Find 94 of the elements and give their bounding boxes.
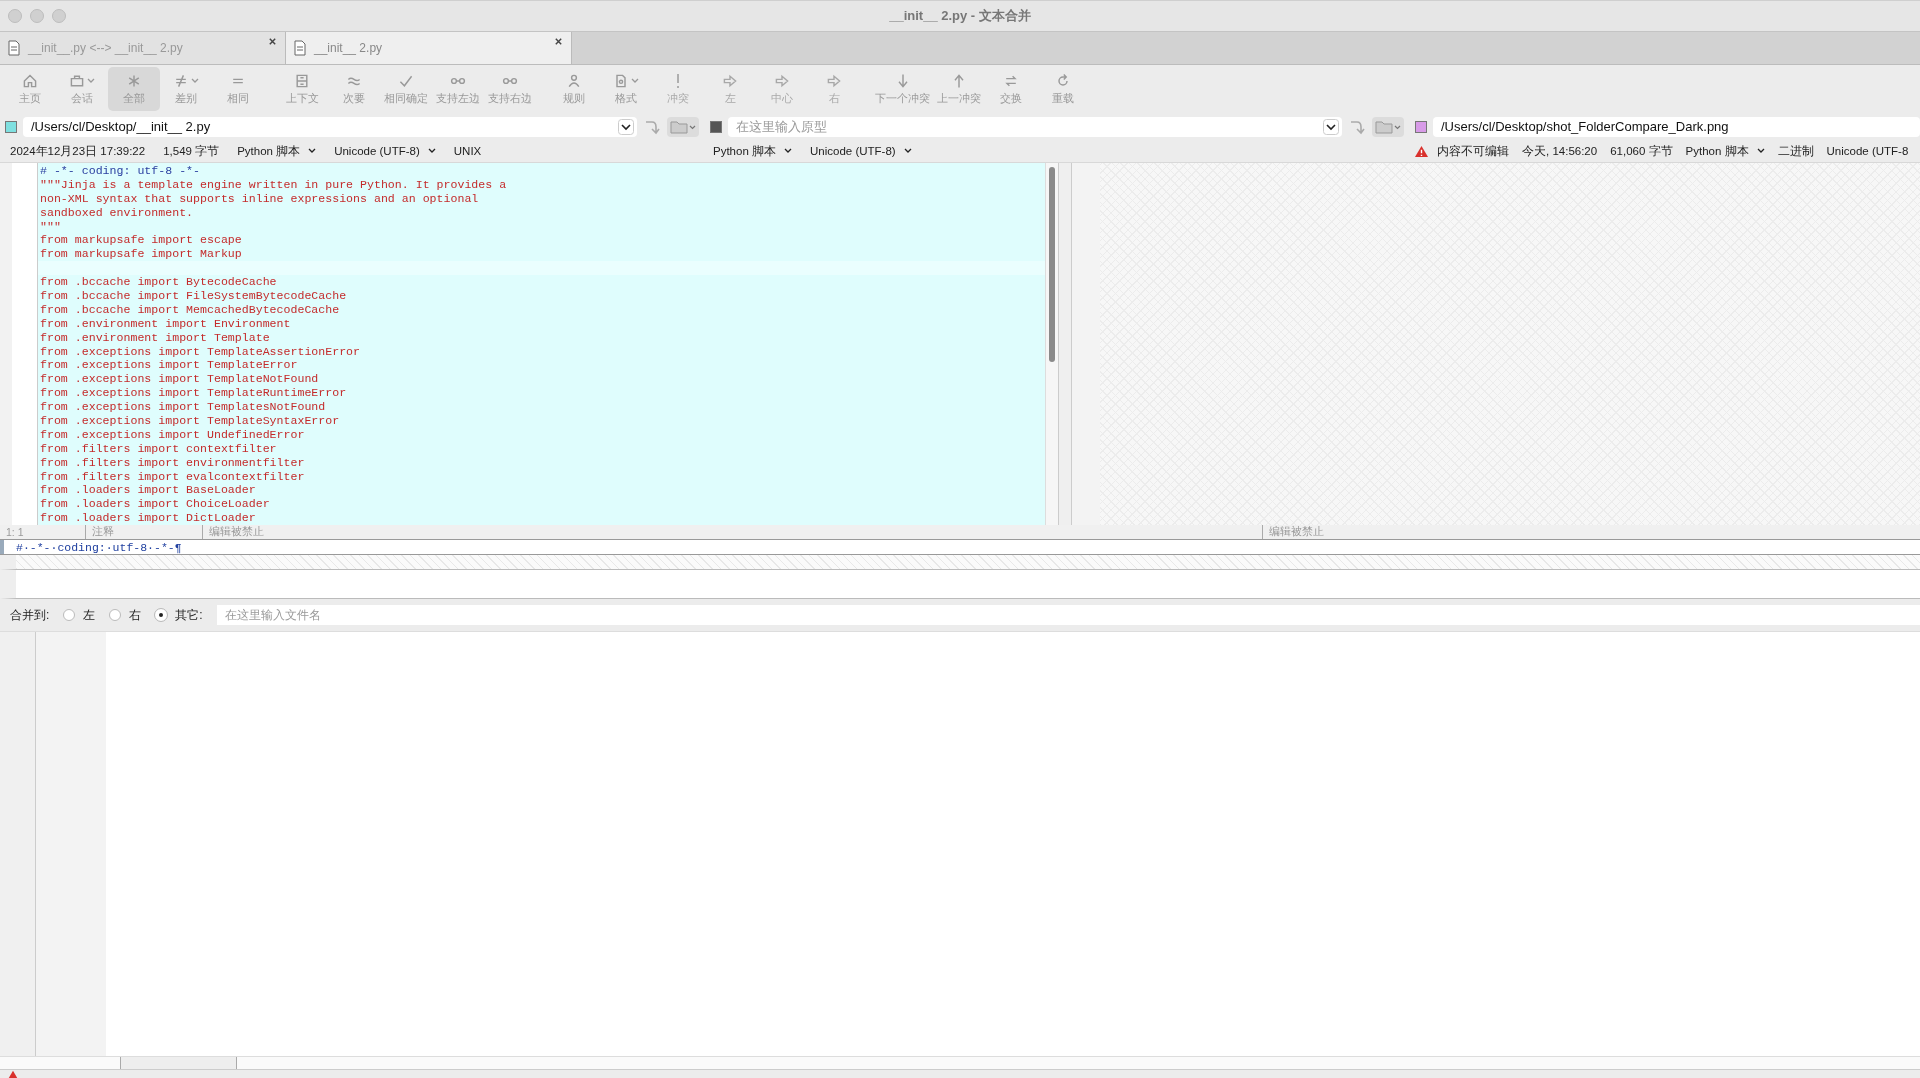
scrollbar-thumb[interactable] <box>121 1057 237 1069</box>
close-icon[interactable] <box>268 37 277 46</box>
home-icon <box>22 72 38 89</box>
file-info: UNIX <box>453 145 482 157</box>
not-equal-icon <box>173 72 189 89</box>
arrow-right-icon <box>774 72 790 89</box>
warning-icon <box>1414 144 1429 158</box>
arrow-right-icon <box>722 72 738 89</box>
file-info: Python 脚本 <box>237 143 301 159</box>
warning-text: 内容不可编辑 <box>1437 143 1509 159</box>
file-info: 1,549 字节 <box>163 143 220 159</box>
code-line: from .exceptions import UndefinedError <box>40 427 305 441</box>
document-icon <box>6 40 22 56</box>
reload-icon <box>1055 72 1071 89</box>
caret-icon[interactable] <box>427 148 436 154</box>
code-line: from .exceptions import TemplateRuntimeError <box>40 386 347 400</box>
toolbar-button[interactable]: 支持左边 <box>432 67 484 111</box>
pane-status-text: 注释 <box>85 525 202 539</box>
asterisk-icon <box>126 72 142 89</box>
file-info: 61,060 字节 <box>1610 143 1673 159</box>
code-line: from .bccache import MemcachedBytecodeCache <box>40 302 340 316</box>
toolbar-button[interactable]: 次要 <box>328 67 380 111</box>
caret-icon[interactable] <box>1756 148 1765 154</box>
code-line: from .loaders import BaseLoader <box>40 483 256 497</box>
close-icon[interactable] <box>554 37 563 46</box>
code-line: from .bccache import FileSystemBytecodeCache <box>40 289 347 302</box>
caret-icon[interactable] <box>784 148 792 154</box>
code-line: from markupsafe import escape <box>40 233 242 247</box>
diff-line: #·-*-·coding:·utf-8·-*-¶ <box>15 540 182 554</box>
code-line: from .filters import environmentfilter <box>40 455 305 469</box>
code-line: sandboxed environment. <box>40 205 194 219</box>
toolbar-button[interactable]: 重载 <box>1037 67 1089 111</box>
file-info: Python 脚本 <box>713 143 776 159</box>
code-line: from .exceptions import TemplateNotFound <box>40 372 319 386</box>
document-tab[interactable]: __init__.py <--> __init__ 2.py <box>0 32 286 64</box>
toolbar-button[interactable]: 支持右边 <box>484 67 536 111</box>
path-field[interactable]: /Users/cl/Desktop/__init__ 2.py <box>23 116 637 137</box>
pane-status-text: 1: 1 <box>5 526 25 538</box>
file-info: Python 脚本 <box>1685 143 1749 159</box>
toolbar-button[interactable]: 交换 <box>985 67 1037 111</box>
file-info: Unicode (UTF-8) <box>810 145 896 157</box>
radio-option[interactable]: 其它: <box>155 606 203 624</box>
code-line: from .filters import contextfilter <box>40 441 277 455</box>
code-line: from .exceptions import TemplatesNotFound <box>40 400 326 414</box>
code-line: from markupsafe import Markup <box>40 247 242 261</box>
document-icon <box>292 40 308 56</box>
radio-option[interactable]: 右 <box>109 606 142 624</box>
change-marker <box>0 540 4 554</box>
toolbar-button[interactable]: 格式 <box>600 67 652 111</box>
person-icon <box>566 72 582 89</box>
toolbar-button[interactable]: 相同 <box>212 67 264 111</box>
file-info: 2024年12月23日 17:39:22 <box>10 143 146 159</box>
toolbar-button[interactable]: 上下文 <box>276 67 328 111</box>
merge-to-label: 合并到: <box>10 606 50 624</box>
code-line: from .filters import evalcontextfilter <box>40 469 305 483</box>
code-line: from .loaders import DictLoader <box>40 511 256 525</box>
window-title: __init__ 2.py - 文本合并 <box>889 7 1031 25</box>
toolbar-button[interactable]: 相同确定 <box>380 67 432 111</box>
dropdown-icon[interactable] <box>1323 118 1339 135</box>
briefcase-icon <box>69 72 85 89</box>
caret-icon[interactable] <box>308 148 317 154</box>
file-info: Unicode (UTF-8 <box>1826 145 1909 157</box>
path-field[interactable]: 在这里输入原型 <box>728 116 1342 137</box>
code-line: from .loaders import ChoiceLoader <box>40 497 270 511</box>
document-tab[interactable]: __init__ 2.py <box>286 32 572 64</box>
exclamation-icon <box>676 72 680 89</box>
split-page-icon <box>294 72 310 89</box>
file-info: 二进制 <box>1777 143 1814 159</box>
arrow-right-icon <box>826 72 842 89</box>
code-line: from .bccache import BytecodeCache <box>40 275 277 289</box>
toolbar-button[interactable]: 规则 <box>548 67 600 111</box>
toolbar-button[interactable]: 差别 <box>160 67 212 111</box>
file-name-field[interactable]: 在这里输入文件名 <box>216 605 1920 625</box>
toolbar-button[interactable]: 会话 <box>56 67 108 111</box>
code-line: from .environment import Template <box>40 330 270 344</box>
pane-status-text: 编辑被禁止 <box>202 525 319 539</box>
code-line: from .exceptions import TemplateError <box>40 358 298 372</box>
scrollbar-thumb[interactable] <box>1049 167 1055 362</box>
code-line: non-XML syntax that supports inline expressions and an optional <box>40 191 479 205</box>
code-line: """ <box>40 219 61 233</box>
toolbar-button[interactable]: 主页 <box>4 67 56 111</box>
code-line: from .exceptions import TemplateAssertionError <box>40 344 361 358</box>
file-info: Unicode (UTF-8) <box>334 145 420 157</box>
document-gear-icon <box>613 72 629 89</box>
code-line: from .exceptions import TemplateSyntaxError <box>40 414 340 428</box>
radio-option[interactable]: 左 <box>63 606 96 624</box>
code-line: """Jinja is a template engine written in pure Python. It provides a <box>40 177 507 191</box>
caret-icon[interactable] <box>903 148 912 154</box>
code-line: # -*- coding: utf-8 -*- <box>40 164 201 177</box>
pane-status-text: 编辑被禁止 <box>1262 525 1379 539</box>
path-field[interactable]: /Users/cl/Desktop/shot_FolderCompare_Dark.png <box>1433 116 1920 137</box>
code-line: from .environment import Environment <box>40 316 291 330</box>
dropdown-icon[interactable] <box>618 118 634 135</box>
file-info: 今天, 14:56:20 <box>1522 143 1598 159</box>
